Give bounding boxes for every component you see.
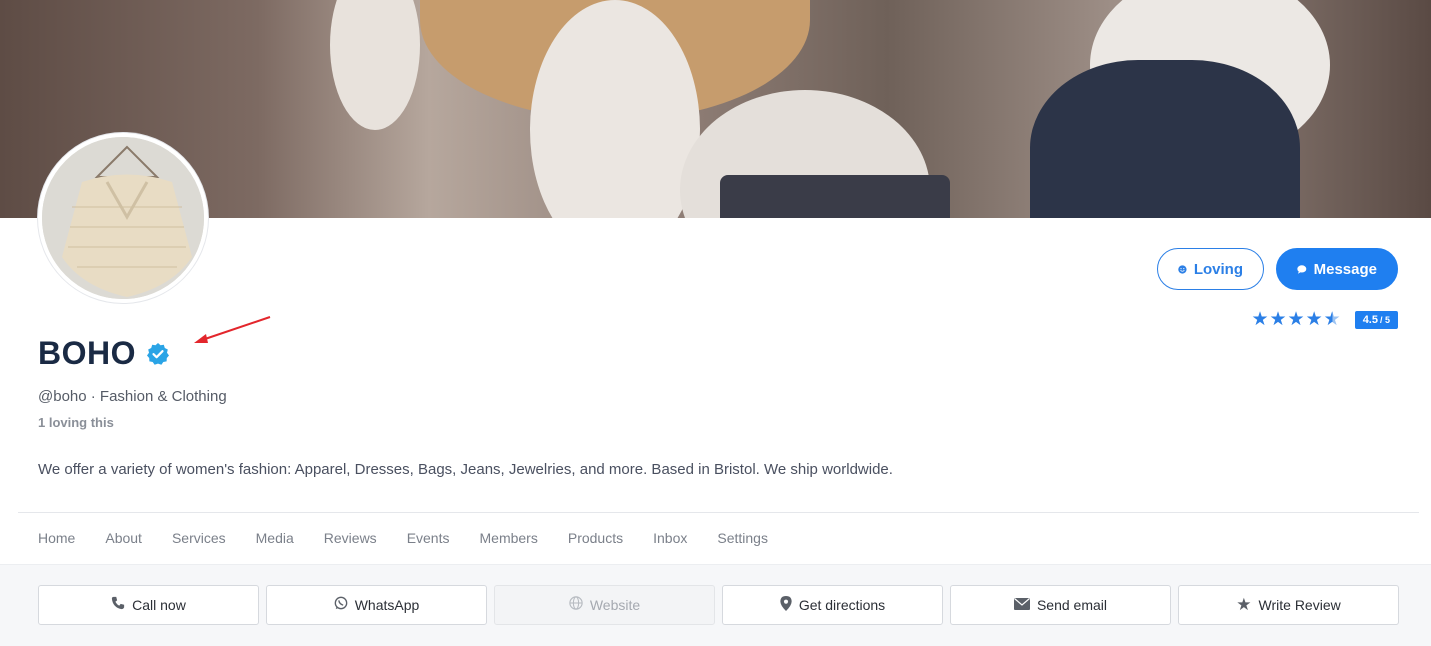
rating-badge: 4.5/ 5 xyxy=(1354,310,1398,329)
whatsapp-icon xyxy=(334,596,348,614)
map-pin-icon xyxy=(780,595,792,615)
envelope-icon xyxy=(1013,597,1030,614)
star-full-icon: ★ xyxy=(1287,309,1305,330)
write-review-button[interactable]: ★ Write Review xyxy=(1178,585,1399,625)
phone-icon xyxy=(111,596,125,614)
get-directions-label: Get directions xyxy=(798,597,886,613)
tab-events[interactable]: Events xyxy=(407,530,450,546)
tab-settings[interactable]: Settings xyxy=(717,530,768,546)
tab-media[interactable]: Media xyxy=(256,530,294,546)
sweater-image xyxy=(42,137,204,299)
get-directions-button[interactable]: Get directions xyxy=(722,585,943,625)
call-now-button[interactable]: Call now xyxy=(38,585,259,625)
tab-home[interactable]: Home xyxy=(38,530,75,546)
rating-max: / 5 xyxy=(1379,314,1390,325)
rating-value: 4.5 xyxy=(1362,313,1378,326)
cover-photo xyxy=(0,0,1431,218)
profile-actions: Loving Message xyxy=(1157,248,1398,290)
loving-button[interactable]: Loving xyxy=(1157,248,1264,290)
tab-products[interactable]: Products xyxy=(568,530,623,546)
tab-services[interactable]: Services xyxy=(172,530,226,546)
whatsapp-label: WhatsApp xyxy=(354,597,420,613)
tab-members[interactable]: Members xyxy=(480,530,538,546)
send-email-button[interactable]: Send email xyxy=(950,585,1171,625)
write-review-label: Write Review xyxy=(1258,597,1341,613)
star-half-icon: ★ xyxy=(1323,309,1341,330)
profile-avatar[interactable] xyxy=(38,133,208,303)
rating-stars: ★ ★ ★ ★ ★ xyxy=(1251,310,1340,329)
loving-count: 1 loving this xyxy=(38,415,114,430)
tab-inbox[interactable]: Inbox xyxy=(653,530,687,546)
send-email-label: Send email xyxy=(1036,597,1108,613)
website-button[interactable]: Website xyxy=(494,585,715,625)
handle-category: @boho · Fashion & Clothing xyxy=(38,388,227,405)
smile-icon xyxy=(1178,264,1187,274)
star-full-icon: ★ xyxy=(1269,309,1287,330)
business-description: We offer a variety of women's fashion: A… xyxy=(38,461,893,478)
business-name-row: BOHO xyxy=(38,335,170,372)
star-full-icon: ★ xyxy=(1305,309,1323,330)
loving-label: Loving xyxy=(1193,260,1243,278)
quick-actions: Call now WhatsApp Website Get directions… xyxy=(38,585,1399,625)
call-now-label: Call now xyxy=(132,597,186,613)
star-full-icon: ★ xyxy=(1251,309,1269,330)
tab-reviews[interactable]: Reviews xyxy=(324,530,377,546)
globe-icon xyxy=(569,596,583,614)
business-name: BOHO xyxy=(38,335,136,371)
message-button[interactable]: Message xyxy=(1276,248,1398,290)
section-divider xyxy=(18,512,1419,513)
profile-nav: Home About Services Media Reviews Events… xyxy=(38,530,798,546)
verified-badge-icon xyxy=(147,342,169,365)
whatsapp-button[interactable]: WhatsApp xyxy=(266,585,487,625)
website-label: Website xyxy=(589,597,641,613)
tab-about[interactable]: About xyxy=(105,530,142,546)
annotation-arrow xyxy=(194,316,271,343)
message-label: Message xyxy=(1313,260,1377,278)
star-icon: ★ xyxy=(1236,595,1252,614)
chat-bubble-icon xyxy=(1297,264,1307,274)
rating-summary: ★ ★ ★ ★ ★ 4.5/ 5 xyxy=(1251,310,1398,329)
